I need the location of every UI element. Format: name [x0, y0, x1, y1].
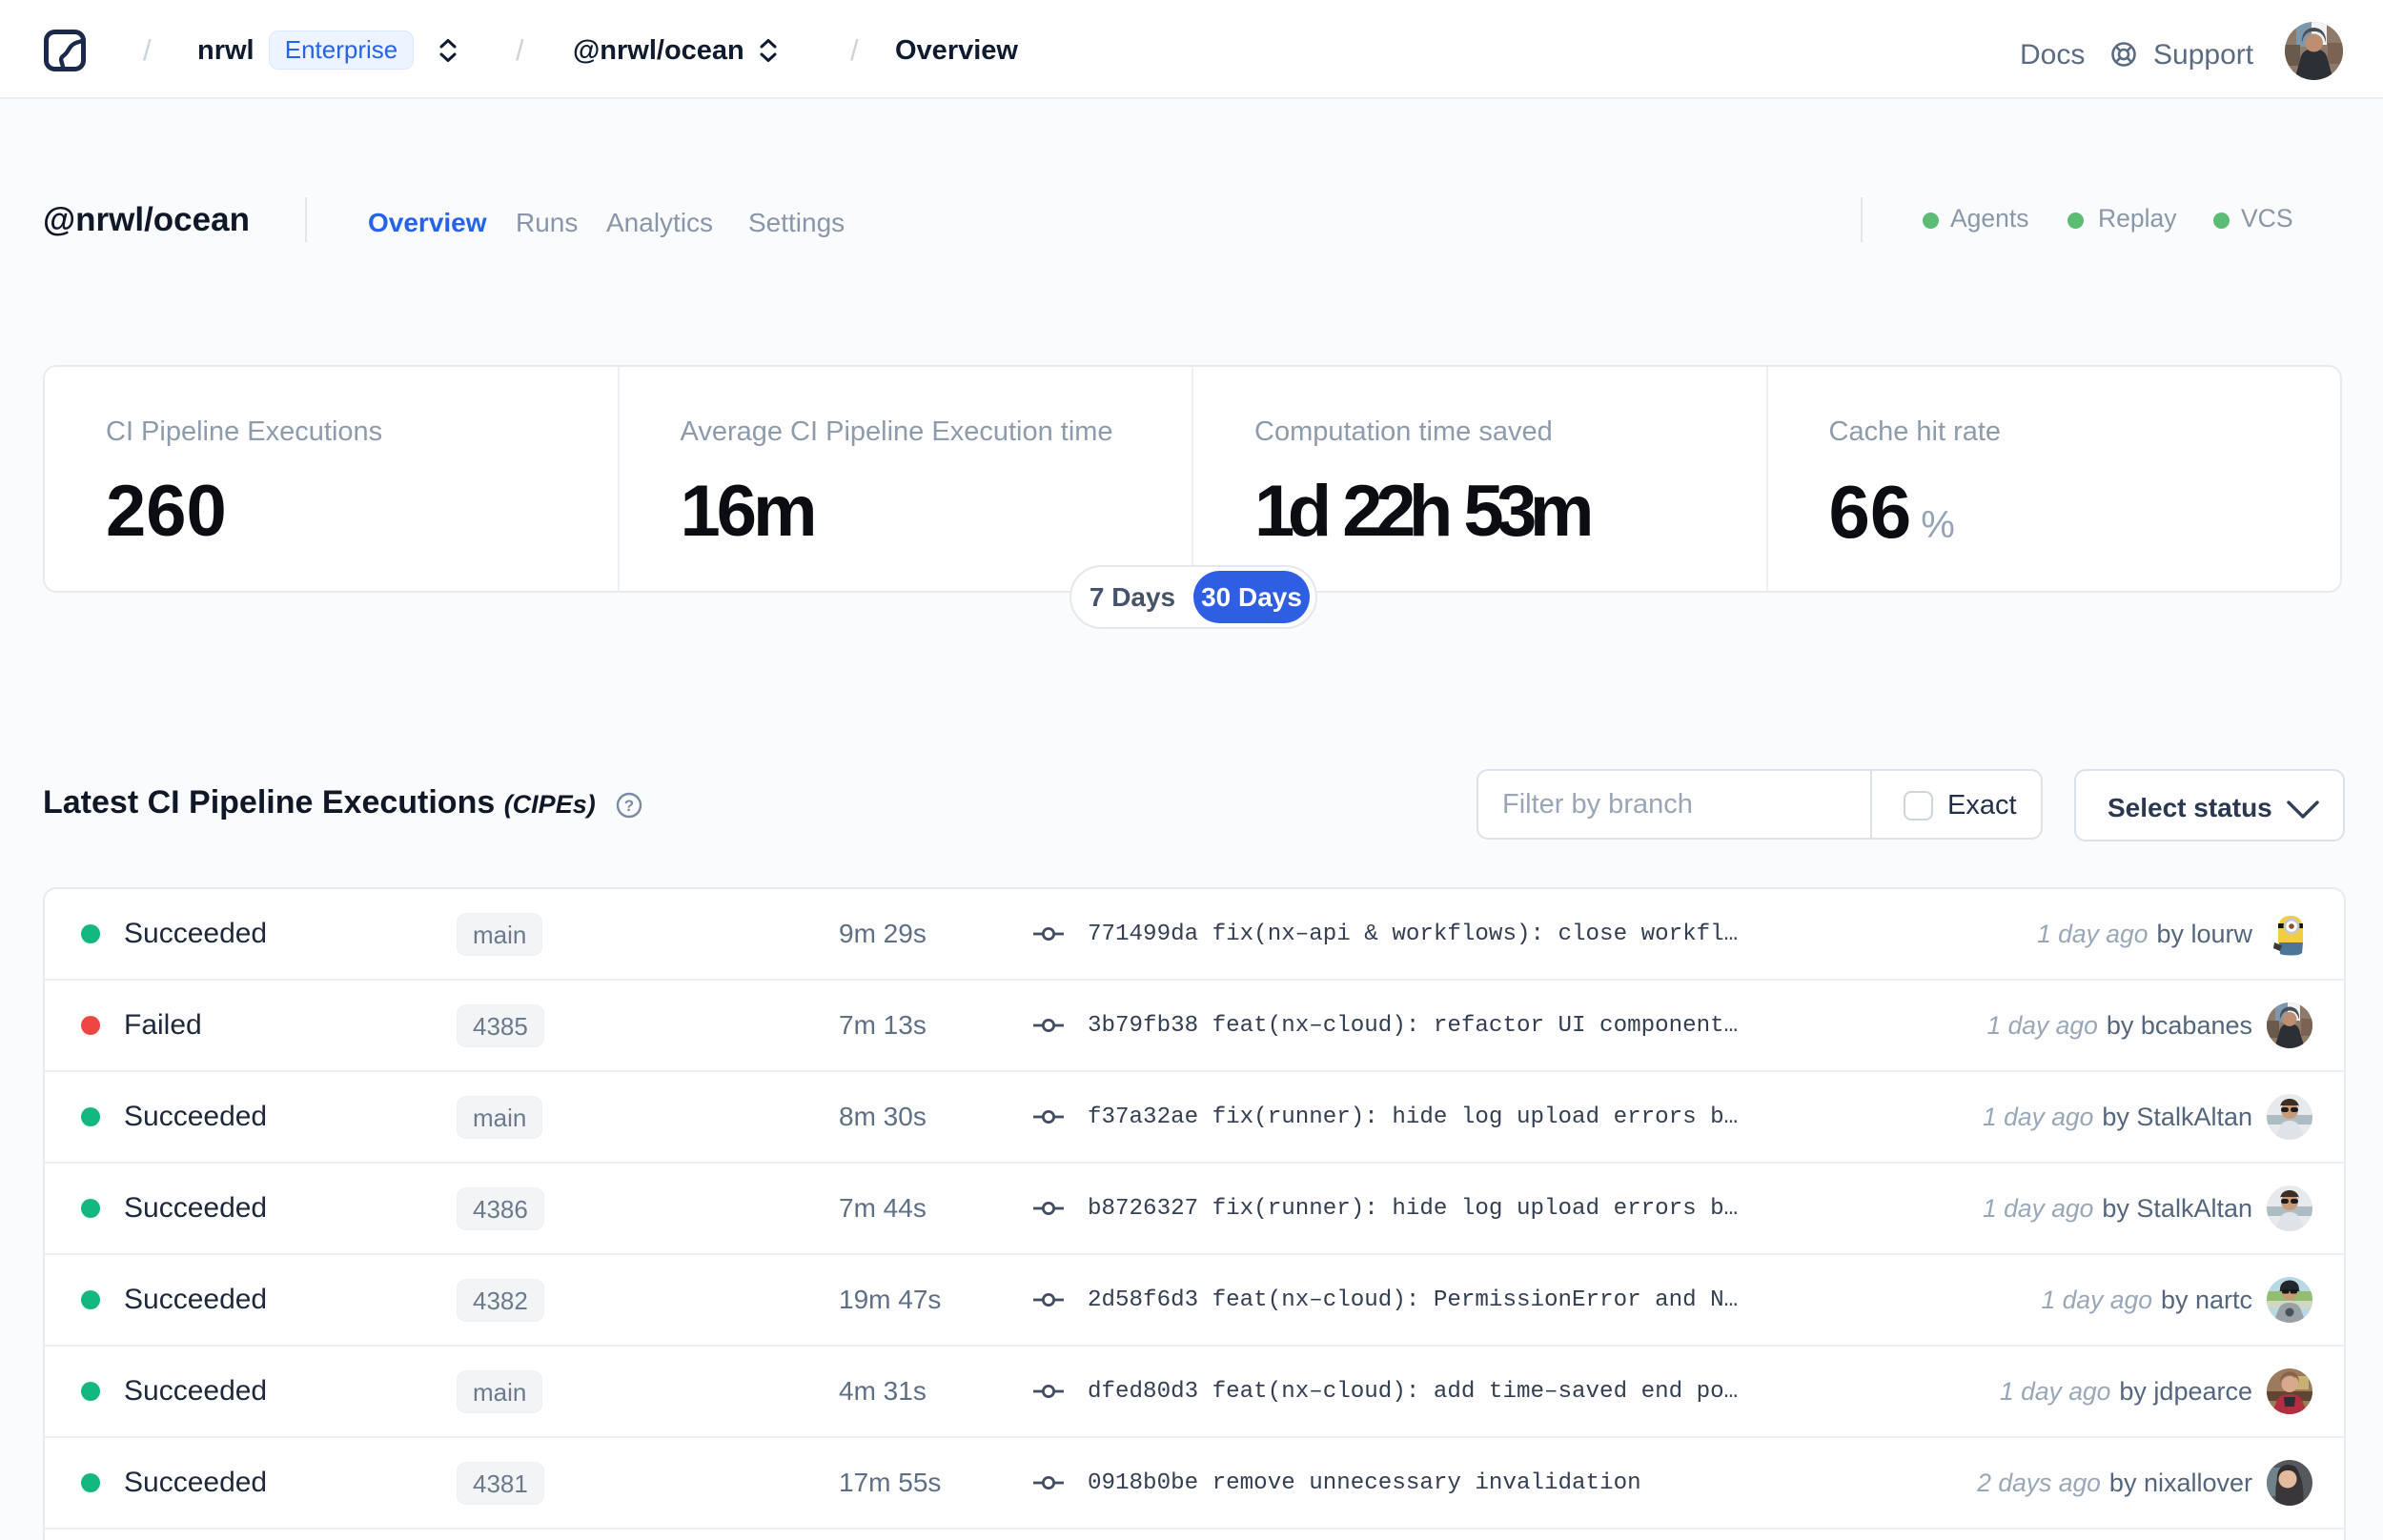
svg-text:?: ? — [624, 797, 634, 815]
